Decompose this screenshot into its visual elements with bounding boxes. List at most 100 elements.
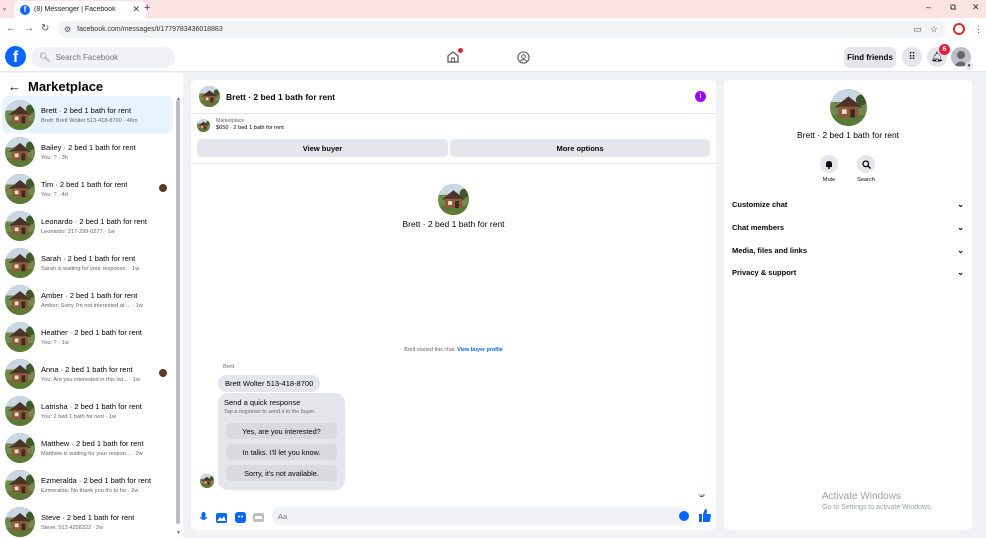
customize-chat-label: Customize chat <box>732 199 788 209</box>
restore-icon[interactable]: ⧉ <box>950 2 956 13</box>
media-files-links-row[interactable]: Media, files and links ⌄ <box>732 241 964 259</box>
scroll-down-icon[interactable]: ▼ <box>176 530 181 536</box>
minimize-icon[interactable]: – <box>926 2 931 12</box>
info-icon[interactable]: i <box>695 91 706 102</box>
notification-count-badge: 6 <box>939 44 950 55</box>
quick-response-card: Send a quick response Tap a response to … <box>218 393 345 490</box>
facebook-header: f 🔍︎ Find friends ⠿ 🔔︎ 6 ▾ <box>0 42 986 72</box>
back-icon[interactable]: ← <box>6 23 16 34</box>
conversation-item[interactable]: Anna · 2 bed 1 bath for rent You: Are you… <box>2 355 173 392</box>
conversation-item[interactable]: Bailey · 2 bed 1 bath for rent You: ? · 3… <box>2 133 173 170</box>
conversation-avatar <box>5 247 35 278</box>
media-files-links-label: Media, files and links <box>732 245 808 255</box>
browser-tab[interactable]: f (8) Messenger | Facebook ✕ <box>14 1 146 18</box>
conversation-item[interactable]: Leonardo · 2 bed 1 bath for rent Leonardo… <box>2 207 173 244</box>
mute-action[interactable]: Mute <box>814 155 844 183</box>
conversation-item[interactable]: Ezmeralda · 2 bed 1 bath for rent Ezmeral… <box>2 466 173 503</box>
conversation-item[interactable]: Heather · 2 bed 1 bath for rent You: ? · … <box>2 318 173 355</box>
quick-option-interested[interactable]: Yes, are you interested? <box>226 423 337 439</box>
photo-icon[interactable] <box>216 512 227 523</box>
conversation-name: Brett · 2 bed 1 bath for rent <box>41 105 132 115</box>
browser-menu-icon[interactable]: ⋮ <box>974 24 983 35</box>
quick-option-not-available[interactable]: Sorry, it's not available. <box>226 465 337 481</box>
search-box[interactable]: 🔍︎ <box>31 47 175 68</box>
seen-indicator-avatar <box>698 490 705 497</box>
view-buyer-button[interactable]: View buyer <box>197 139 448 157</box>
conversation-text: Sarah · 2 bed 1 bath for rent Sarah is wa… <box>41 254 139 272</box>
url-text: facebook.com/messages/t/1779783436018883 <box>77 26 223 33</box>
browser-profile-icon[interactable] <box>953 23 965 35</box>
address-bar[interactable]: ⚙ facebook.com/messages/t/17797834360188… <box>58 21 946 38</box>
microphone-icon[interactable] <box>198 512 209 523</box>
account-caret-icon[interactable]: ▾ <box>965 62 973 70</box>
mute-label: Mute <box>822 177 836 183</box>
mute-bell-icon[interactable] <box>820 155 838 173</box>
home-notification-dot <box>458 48 463 53</box>
conversation-item[interactable]: Sarah · 2 bed 1 bath for rent Sarah is wa… <box>2 244 173 281</box>
details-avatar[interactable] <box>830 89 867 126</box>
new-tab-icon[interactable]: + <box>144 2 150 14</box>
message-input[interactable] <box>272 507 690 525</box>
facebook-logo-icon[interactable]: f <box>5 46 26 67</box>
conversation-avatar <box>5 99 35 130</box>
contact-avatar[interactable] <box>438 184 469 215</box>
sidebar-scrollbar[interactable] <box>176 100 180 524</box>
listing-thumbnail[interactable] <box>197 119 210 132</box>
window-close-icon[interactable]: ✕ <box>972 2 980 13</box>
find-friends-button[interactable]: Find friends <box>844 47 896 68</box>
conversation-item[interactable]: Brett · 2 bed 1 bath for rent Brett: Bret… <box>2 96 173 133</box>
conversation-item[interactable]: Latrisha · 2 bed 1 bath for rent You: 2 b… <box>2 392 173 429</box>
conversation-item[interactable]: Steve · 2 bed 1 bath for rent Steve: 513 … <box>2 503 173 538</box>
conversation-name: Bailey · 2 bed 1 bath for rent <box>41 142 136 152</box>
tab-search-icon[interactable]: ⌄ <box>1 3 8 12</box>
conversation-snippet: You: ? · 1w <box>41 339 69 346</box>
tab-title: (8) Messenger | Facebook <box>34 6 116 13</box>
groups-icon[interactable] <box>517 51 530 64</box>
thumbs-up-icon[interactable] <box>699 509 711 522</box>
conversation-name: Ezmeralda · 2 bed 1 bath for rent <box>41 475 152 485</box>
back-arrow-icon[interactable]: ← <box>8 79 21 94</box>
conversation-text: Brett · 2 bed 1 bath for rent Brett: Bret… <box>41 106 138 124</box>
view-buyer-profile-link[interactable]: View buyer profile <box>457 347 503 353</box>
reload-icon[interactable]: ↻ <box>41 23 49 34</box>
sender-avatar[interactable] <box>200 474 214 488</box>
search-action[interactable]: Search <box>851 155 881 183</box>
menu-grid-icon[interactable]: ⠿ <box>902 47 922 67</box>
message-composer <box>191 504 716 530</box>
customize-chat-row[interactable]: Customize chat ⌄ <box>732 195 964 213</box>
conversation-name: Steve · 2 bed 1 bath for rent <box>41 512 135 522</box>
details-name: Brett · 2 bed 1 bath for rent <box>796 130 900 140</box>
privacy-support-label: Privacy & support <box>732 267 797 277</box>
sticker-icon[interactable] <box>235 512 246 523</box>
conversation-snippet: Leonardo: 217-299-0277 · 1w <box>41 228 115 235</box>
forward-icon[interactable]: → <box>24 23 34 34</box>
site-info-icon[interactable]: ⚙ <box>64 25 71 34</box>
bookmark-star-icon[interactable]: ☆ <box>930 24 938 35</box>
message-bubble[interactable]: Brett Wolter 513-418-8700 <box>218 375 321 392</box>
activate-windows-watermark: Activate Windows Go to Settings to activ… <box>822 491 933 511</box>
contact-name: Brett · 2 bed 1 bath for rent <box>402 219 505 229</box>
quick-option-in-talks[interactable]: In talks. I'll let you know. <box>226 444 337 460</box>
conversation-list: Brett · 2 bed 1 bath for rent Brett: Bret… <box>2 96 173 538</box>
search-input[interactable] <box>55 53 166 62</box>
search-conversation-icon[interactable] <box>857 155 875 173</box>
conversation-avatar <box>5 173 35 204</box>
conversation-item[interactable]: Tim · 2 bed 1 bath for rent You: ? · 4d <box>2 170 173 207</box>
cast-icon[interactable]: ▭ <box>913 24 922 35</box>
conversation-item[interactable]: Matthew · 2 bed 1 bath for rent Matthew i… <box>2 429 173 466</box>
more-options-button[interactable]: More options <box>450 139 710 157</box>
listing-price-title[interactable]: $650 · 2 bed 1 bath for rent <box>216 125 284 131</box>
chat-title[interactable]: Brett · 2 bed 1 bath for rent <box>226 92 335 102</box>
conversation-item[interactable]: Amber · 2 bed 1 bath for rent Amber: Sorr… <box>2 281 173 318</box>
conversation-avatar <box>5 136 35 167</box>
gif-icon[interactable] <box>253 512 264 523</box>
chat-panel: Brett · 2 bed 1 bath for rent i Marketpl… <box>191 80 716 530</box>
chat-members-row[interactable]: Chat members ⌄ <box>732 218 964 236</box>
search-icon: 🔍︎ <box>39 52 51 62</box>
tab-close-icon[interactable]: ✕ <box>132 4 140 15</box>
chat-header-avatar[interactable] <box>199 86 220 107</box>
marketplace-label: Marketplace <box>216 118 245 124</box>
emoji-icon[interactable] <box>679 511 689 521</box>
read-receipt-avatar <box>159 369 167 377</box>
privacy-support-row[interactable]: Privacy & support ⌄ <box>732 263 964 281</box>
